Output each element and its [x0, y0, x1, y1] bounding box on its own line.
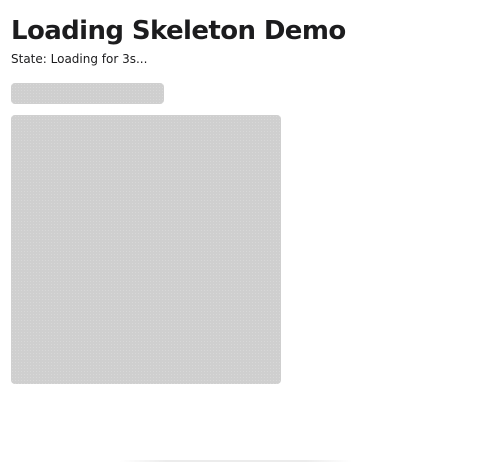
skeleton-image-placeholder	[11, 115, 281, 384]
loading-state-text: State: Loading for 3s...	[11, 52, 148, 66]
demo-page: Loading Skeleton Demo State: Loading for…	[0, 0, 478, 462]
skeleton-text-placeholder	[11, 83, 164, 104]
page-title: Loading Skeleton Demo	[11, 16, 346, 46]
